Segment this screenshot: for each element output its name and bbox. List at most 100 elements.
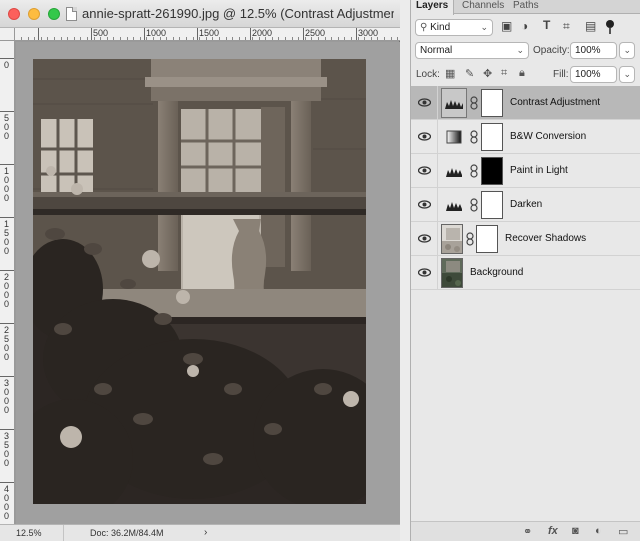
layer-row-bw-conversion[interactable]: B&W Conversion xyxy=(411,120,640,154)
ruler-minor-tick xyxy=(47,37,49,40)
visibility-toggle[interactable] xyxy=(411,188,438,222)
fill-dropdown-button[interactable]: ⌄ xyxy=(619,66,635,83)
lock-all-icon[interactable]: 🔒︎ xyxy=(519,67,525,80)
visibility-toggle[interactable] xyxy=(411,154,438,188)
layer-name[interactable]: Background xyxy=(470,267,523,278)
ruler-minor-tick xyxy=(34,37,36,40)
layer-image-thumbnail[interactable] xyxy=(441,224,463,254)
tab-layers[interactable]: Layers xyxy=(411,0,455,15)
eye-icon xyxy=(418,98,431,107)
filter-type-layers-icon[interactable]: T xyxy=(543,18,550,32)
lock-image-pixels-icon[interactable]: ✎ xyxy=(465,67,474,80)
layer-name[interactable]: Darken xyxy=(510,199,542,210)
layer-row-paint-in-light[interactable]: Paint in Light xyxy=(411,154,640,188)
chain-link-icon[interactable] xyxy=(470,164,478,178)
filter-smart-objects-icon[interactable]: ▤ xyxy=(585,19,596,33)
ruler-minor-tick xyxy=(285,37,286,40)
tab-channels[interactable]: Channels xyxy=(457,0,509,14)
link-layers-icon[interactable]: ⚭ xyxy=(523,525,532,538)
fill-field[interactable]: 100% xyxy=(570,66,617,83)
ruler-minor-tick xyxy=(192,37,194,40)
layer-mask-thumbnail[interactable] xyxy=(476,225,498,253)
ruler-origin-corner[interactable] xyxy=(0,28,15,41)
lock-transparent-pixels-icon[interactable]: ▦ xyxy=(445,67,455,80)
layer-image-thumbnail[interactable] xyxy=(441,258,463,288)
layer-name[interactable]: Contrast Adjustment xyxy=(510,97,600,108)
filter-kind-select[interactable]: ⚲ Kind ⌄ xyxy=(415,19,493,36)
layer-name[interactable]: Recover Shadows xyxy=(505,233,586,244)
filter-adjustment-layers-icon[interactable]: ◑ xyxy=(521,19,528,33)
ruler-major-tick xyxy=(197,28,198,40)
new-adjustment-layer-icon[interactable]: ◐ xyxy=(595,525,602,537)
layer-row-recover-shadows[interactable]: Recover Shadows xyxy=(411,222,640,256)
black-white-adjustment-icon[interactable] xyxy=(445,130,463,144)
layer-row-darken[interactable]: Darken xyxy=(411,188,640,222)
ruler-minor-tick xyxy=(278,37,280,40)
layer-mask-thumbnail[interactable] xyxy=(481,157,503,185)
ruler-label: 1500 xyxy=(3,219,9,256)
document-canvas-image[interactable] xyxy=(33,59,366,504)
layer-mask-thumbnail[interactable] xyxy=(481,191,503,219)
ruler-minor-tick xyxy=(331,37,333,40)
layers-panel-footer: ⚭ fx ◙ ◐ ▭ xyxy=(411,521,640,541)
ruler-major-tick xyxy=(250,28,251,40)
visibility-toggle[interactable] xyxy=(411,222,438,256)
layer-image-preview xyxy=(442,225,462,253)
chain-link-icon[interactable] xyxy=(470,198,478,212)
blend-mode-select[interactable]: Normal ⌄ xyxy=(415,42,529,59)
opacity-dropdown-button[interactable]: ⌄ xyxy=(619,42,635,59)
blend-mode-value: Normal xyxy=(420,45,453,56)
fill-value: 100% xyxy=(575,69,601,80)
layer-row-contrast-adjustment[interactable]: Contrast Adjustment xyxy=(411,86,640,120)
filter-pixel-layers-icon[interactable]: ▣ xyxy=(501,19,512,33)
layer-name[interactable]: Paint in Light xyxy=(510,165,568,176)
new-group-folder-icon[interactable]: ▭ xyxy=(618,525,628,538)
tab-paths[interactable]: Paths xyxy=(508,0,544,14)
ruler-minor-tick xyxy=(166,37,168,40)
curves-adjustment-icon[interactable] xyxy=(445,198,463,212)
ruler-minor-tick xyxy=(27,37,29,40)
ruler-minor-tick xyxy=(21,37,22,40)
document-titlebar[interactable]: annie-spratt-261990.jpg @ 12.5% (Contras… xyxy=(0,0,400,28)
zoom-level-field[interactable]: 12.5% xyxy=(4,525,64,541)
layer-name[interactable]: B&W Conversion xyxy=(510,131,586,142)
adjustment-thumbnail[interactable] xyxy=(441,88,467,118)
minimize-window-button[interactable] xyxy=(28,8,40,20)
ruler-major-tick xyxy=(0,58,14,59)
layer-mask-thumbnail[interactable] xyxy=(481,123,503,151)
eye-icon xyxy=(418,234,431,243)
filter-toggle-switch[interactable] xyxy=(606,20,614,34)
lock-artboard-icon[interactable]: ⌗ xyxy=(501,67,507,80)
canvas-pasteboard[interactable] xyxy=(16,42,400,524)
chevron-down-icon: ⌄ xyxy=(480,22,488,32)
add-mask-icon[interactable]: ◙ xyxy=(572,525,579,537)
vertical-ruler[interactable]: 0 500 1000 1500 2000 2500 3000 3500 4000 xyxy=(0,41,15,524)
zoom-window-button[interactable] xyxy=(48,8,60,20)
filter-shape-layers-icon[interactable]: ⌗ xyxy=(563,19,570,34)
close-window-button[interactable] xyxy=(8,8,20,20)
visibility-toggle[interactable] xyxy=(411,120,438,154)
layer-style-fx-icon[interactable]: fx xyxy=(548,525,558,537)
ruler-minor-tick xyxy=(113,37,115,40)
ruler-label: 500 xyxy=(93,28,109,38)
chain-link-icon[interactable] xyxy=(470,130,478,144)
ruler-major-tick xyxy=(144,28,145,40)
layer-mask-thumbnail[interactable] xyxy=(481,89,503,117)
opacity-field[interactable]: 100% xyxy=(570,42,617,59)
document-size-info[interactable]: Doc: 36.2M/84.4M xyxy=(90,525,164,541)
ruler-minor-tick xyxy=(120,37,121,40)
filter-kind-label: Kind xyxy=(430,22,451,33)
document-status-bar: 12.5% Doc: 36.2M/84.4M › xyxy=(0,524,400,541)
layer-row-background[interactable]: Background xyxy=(411,256,640,290)
visibility-toggle[interactable] xyxy=(411,86,438,120)
lock-position-icon[interactable]: ✥ xyxy=(483,67,492,80)
chain-link-icon[interactable] xyxy=(470,96,478,110)
visibility-toggle[interactable] xyxy=(411,256,438,290)
chain-link-icon[interactable] xyxy=(466,232,474,246)
ruler-label: 1000 xyxy=(3,166,9,203)
ruler-minor-tick xyxy=(179,37,181,40)
status-menu-arrow-icon[interactable]: › xyxy=(204,525,207,541)
ruler-minor-tick xyxy=(40,37,42,40)
horizontal-ruler[interactable]: 500 1000 1500 2000 2500 3000 xyxy=(15,28,400,41)
curves-adjustment-icon[interactable] xyxy=(445,164,463,178)
